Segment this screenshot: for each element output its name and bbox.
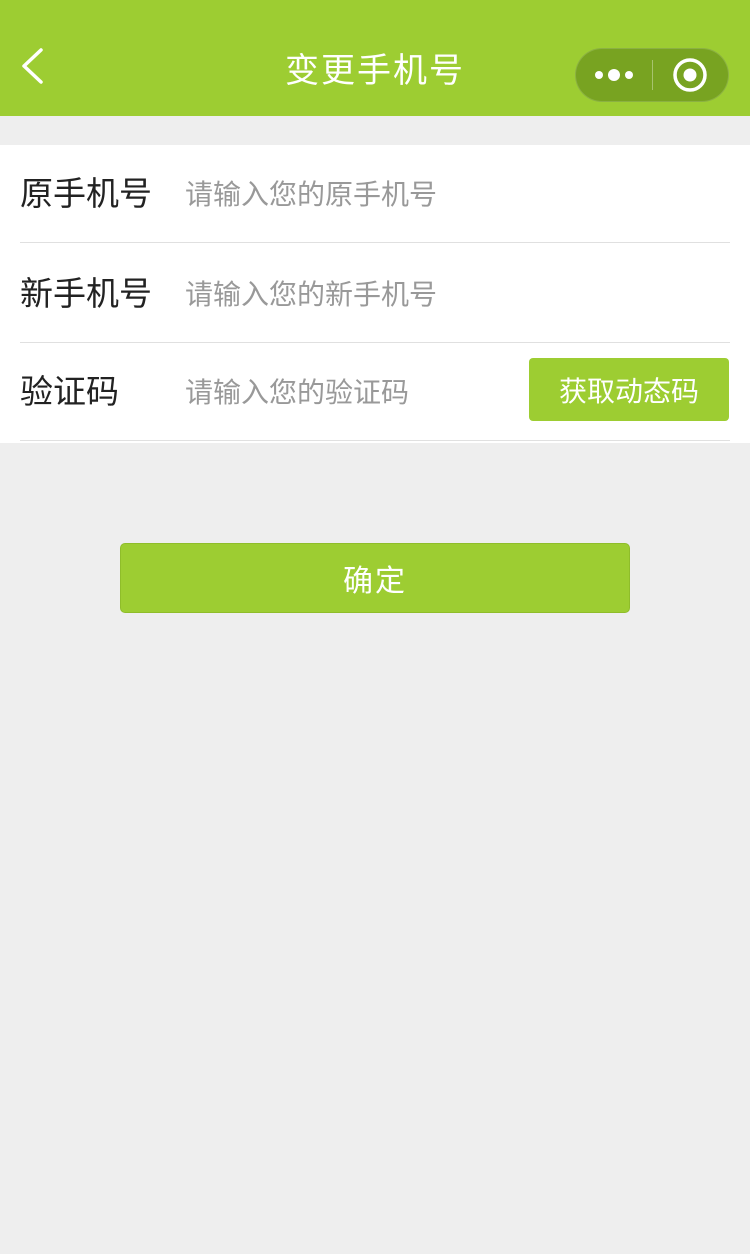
new-phone-label: 新手机号 (20, 274, 152, 313)
old-phone-row: 原手机号 (20, 145, 730, 243)
verification-code-input[interactable] (185, 365, 505, 419)
close-button[interactable] (653, 48, 729, 102)
new-phone-input[interactable] (185, 267, 515, 321)
nav-bar: 变更手机号 (0, 0, 750, 116)
old-phone-input[interactable] (185, 167, 515, 221)
verification-code-row: 验证码 获取动态码 (20, 343, 730, 441)
more-button[interactable] (576, 48, 652, 102)
get-code-button[interactable]: 获取动态码 (529, 358, 729, 421)
confirm-button[interactable]: 确定 (120, 543, 630, 613)
old-phone-label: 原手机号 (20, 174, 152, 213)
verification-code-label: 验证码 (20, 372, 119, 411)
mini-program-capsule (575, 48, 729, 102)
new-phone-row: 新手机号 (20, 245, 730, 343)
target-circle-icon (673, 58, 707, 92)
phone-change-form: 原手机号 新手机号 验证码 获取动态码 (0, 145, 750, 443)
more-dots-icon (594, 69, 633, 81)
